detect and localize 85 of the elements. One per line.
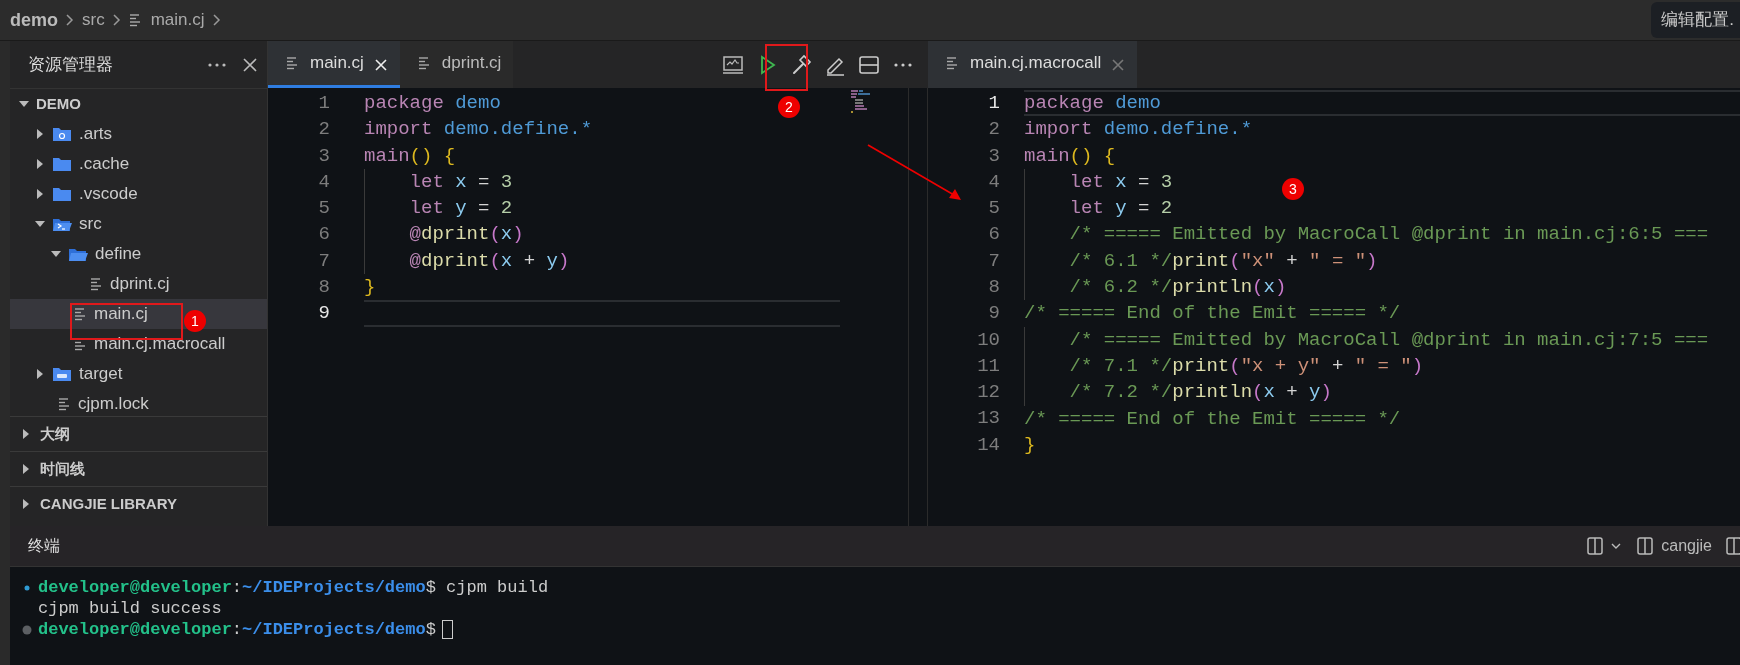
- file-icon: [58, 397, 72, 411]
- split-terminal-icon[interactable]: [1726, 537, 1740, 555]
- line-number: 8: [317, 275, 330, 300]
- line-number: 14: [976, 432, 1000, 458]
- editor-tab[interactable]: main.cj.macrocall: [928, 41, 1138, 88]
- split-editor-icon[interactable]: [858, 53, 880, 76]
- tree-item[interactable]: main.cj.macrocall: [10, 329, 267, 359]
- line-number: 2: [987, 117, 1000, 143]
- code-line: main() {: [364, 143, 456, 169]
- line-number: 1: [317, 90, 330, 116]
- line-number: 4: [317, 169, 330, 195]
- close-icon[interactable]: [243, 57, 257, 72]
- breadcrumb-link[interactable]: demo: [10, 6, 58, 34]
- line-number: 7: [987, 248, 1000, 274]
- labeled-folder-icon: [52, 365, 73, 383]
- file-icon: [74, 307, 88, 321]
- terminal-line: cjpm build success: [38, 597, 222, 620]
- line-number: 9: [987, 301, 1000, 327]
- section-header[interactable]: 时间线: [10, 451, 267, 486]
- terminal-line: developer@developer:~/IDEProjects/demo$: [38, 618, 436, 641]
- line-number: 13: [976, 406, 1000, 432]
- line-number: 9: [317, 301, 330, 327]
- tree-item[interactable]: define: [10, 239, 267, 269]
- terminal-profile-button[interactable]: cangjie: [1637, 534, 1712, 558]
- tree-item[interactable]: dprint.cj: [10, 269, 267, 299]
- code-line: }: [1024, 432, 1036, 458]
- line-number: 5: [317, 196, 330, 222]
- code-line: package demo: [1024, 90, 1740, 117]
- file-icon: [946, 56, 960, 70]
- line-number: 7: [317, 248, 330, 274]
- tree-item[interactable]: cjpm.lock: [10, 389, 267, 416]
- minimap-drawing: [851, 90, 870, 113]
- tree-item[interactable]: src: [10, 209, 267, 239]
- section-header[interactable]: CANGJIE LIBRARY: [10, 486, 267, 521]
- split-terminal-icon: [1637, 537, 1654, 555]
- chevron-icon: [112, 14, 121, 26]
- breadcrumb-link[interactable]: main.cj: [128, 7, 205, 33]
- terminal-line: developer@developer:~/IDEProjects/demo$ cjpm build: [38, 576, 549, 599]
- line-number: 3: [987, 143, 1000, 169]
- line-number: 1: [987, 90, 1000, 116]
- code-line: /* ===== End of the Emit ===== */: [1024, 406, 1401, 432]
- line-number: 10: [976, 327, 1000, 353]
- line-number: 5: [987, 196, 1000, 222]
- tree-item[interactable]: .arts: [10, 119, 267, 149]
- status-dot: [22, 624, 32, 635]
- line-number: 3: [317, 143, 330, 169]
- monitor-chart-icon[interactable]: [722, 53, 744, 76]
- file-icon: [417, 56, 432, 70]
- line-number: 12: [976, 380, 1000, 406]
- file-icon: [286, 56, 300, 70]
- code-line: }: [364, 275, 376, 301]
- hammer-icon[interactable]: [790, 53, 812, 76]
- code-line: package demo: [364, 91, 501, 116]
- editor-tab[interactable]: main.cj: [268, 41, 400, 88]
- folder-icon: [52, 185, 73, 203]
- code-line: import demo.define.*: [364, 117, 593, 143]
- tree-item[interactable]: DEMO: [10, 89, 267, 119]
- breadcrumb-link[interactable]: src: [82, 7, 105, 33]
- line-number: 6: [987, 222, 1000, 248]
- tree-item[interactable]: target: [10, 359, 267, 389]
- tree-item[interactable]: .cache: [10, 149, 267, 179]
- highlight-frame: [765, 44, 808, 91]
- panel-title: 资源管理器: [28, 53, 113, 76]
- line-number: 4: [987, 169, 1000, 195]
- line-number: 2: [317, 117, 330, 143]
- gear-folder-icon: [52, 125, 73, 143]
- more-icon[interactable]: [207, 61, 227, 68]
- folder-icon: [52, 155, 73, 173]
- line-number: 6: [317, 222, 330, 248]
- chevron-icon: [212, 14, 221, 26]
- section-header[interactable]: 大纲: [10, 416, 267, 451]
- editor-tab[interactable]: dprint.cj: [399, 41, 514, 88]
- chevron-icon: [66, 14, 74, 26]
- dropdown-caret-icon[interactable]: [1611, 542, 1622, 550]
- file-icon: [128, 13, 143, 27]
- edit-config-button[interactable]: 编辑配置.: [1651, 2, 1740, 38]
- file-icon: [90, 277, 104, 291]
- tree-item[interactable]: .vscode: [10, 179, 267, 209]
- line-number: 8: [987, 275, 1000, 300]
- split-terminal-icon[interactable]: [1587, 537, 1604, 555]
- code-line: import demo.define.*: [1024, 117, 1253, 143]
- line-number: 11: [976, 353, 1000, 379]
- code-line: /* ===== End of the Emit ===== */: [1024, 301, 1401, 327]
- code-line: main() {: [1024, 143, 1116, 169]
- panel-title: 终端: [28, 536, 60, 556]
